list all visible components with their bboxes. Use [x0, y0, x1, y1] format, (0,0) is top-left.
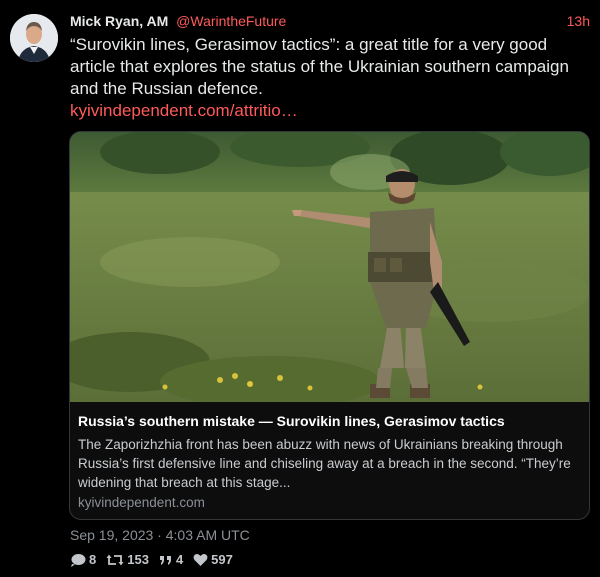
- retweet-stat[interactable]: 153: [106, 552, 149, 567]
- heart-icon: [193, 553, 208, 566]
- tweet: Mick Ryan, AM @WarintheFuture 13h “Surov…: [0, 0, 600, 577]
- card-title[interactable]: Russia’s southern mistake — Surovikin li…: [78, 412, 581, 430]
- card-description: The Zaporizhzhia front has been abuzz wi…: [78, 437, 571, 490]
- quote-icon: [159, 555, 171, 565]
- avatar-image: [10, 14, 58, 62]
- reply-count: 8: [89, 552, 97, 567]
- tweet-date[interactable]: Sep 19, 2023 · 4:03 AM UTC: [70, 527, 250, 543]
- like-stat[interactable]: 597: [193, 552, 233, 567]
- avatar[interactable]: [10, 14, 58, 62]
- tweet-header: Mick Ryan, AM @WarintheFuture 13h: [70, 13, 590, 31]
- tweet-text: “Surovikin lines, Gerasimov tactics”: a …: [70, 34, 590, 122]
- reply-stat[interactable]: 8: [70, 552, 96, 567]
- tweet-link[interactable]: kyivindependent.com/attritio…: [70, 100, 590, 122]
- quote-count: 4: [175, 552, 184, 567]
- tweet-body: “Surovikin lines, Gerasimov tactics”: a …: [70, 35, 569, 98]
- reply-icon: [71, 553, 86, 567]
- retweet-count: 153: [127, 552, 149, 567]
- card-image: [70, 132, 589, 402]
- like-count: 597: [211, 552, 233, 567]
- tweet-time[interactable]: 13h: [567, 13, 590, 29]
- tweet-stats: 8 153 4 597: [70, 552, 243, 567]
- author-handle[interactable]: @WarintheFuture: [176, 13, 286, 29]
- card-domain: kyivindependent.com: [78, 495, 205, 510]
- quote-stat[interactable]: 4: [159, 552, 183, 567]
- retweet-icon: [106, 554, 124, 565]
- author-name[interactable]: Mick Ryan, AM: [70, 13, 168, 29]
- card-text: Russia’s southern mistake — Surovikin li…: [78, 412, 581, 510]
- link-card[interactable]: Russia’s southern mistake — Surovikin li…: [69, 131, 590, 520]
